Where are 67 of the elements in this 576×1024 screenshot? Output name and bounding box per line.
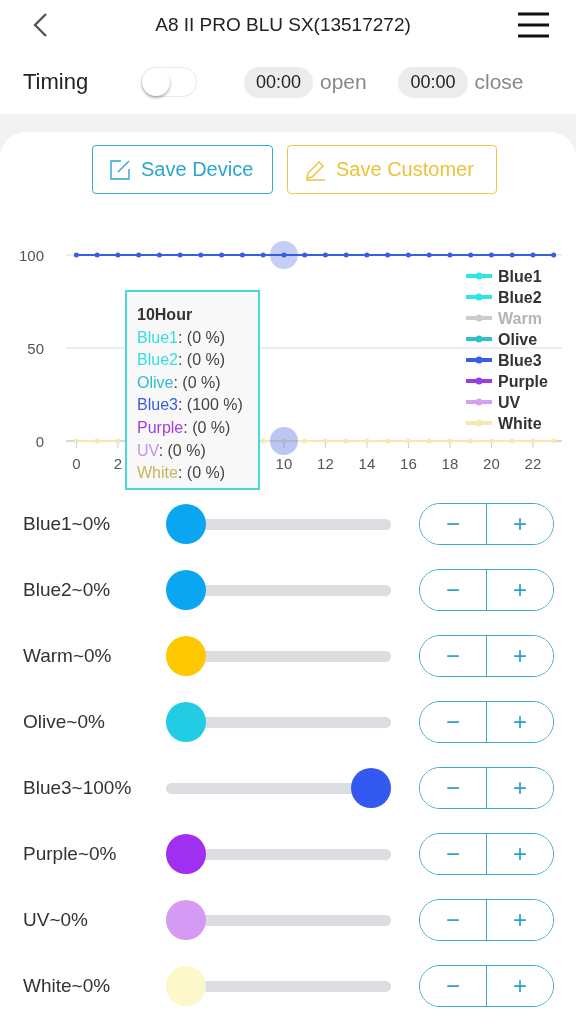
legend-item[interactable]: Blue2	[498, 289, 542, 306]
legend-item[interactable]: Purple	[498, 373, 548, 390]
timing-label: Timing	[23, 69, 90, 95]
open-label: open	[319, 70, 368, 94]
x-tick-label: 0	[72, 455, 81, 472]
tooltip-entry: UV: (0 %)	[137, 440, 207, 461]
channel-label: UV~0%	[23, 909, 89, 931]
legend-item[interactable]: Warm	[498, 310, 542, 327]
x-tick-label: 22	[524, 455, 542, 472]
slider-thumb[interactable]	[166, 899, 206, 940]
tooltip-entry: White: (0 %)	[137, 463, 227, 484]
x-tick-label: 10	[275, 455, 293, 472]
x-tick-label: 20	[483, 455, 500, 472]
hover-marker	[269, 427, 298, 455]
increase-button[interactable]: +	[486, 636, 553, 676]
y-tick-label: 50	[27, 340, 44, 357]
channel-label: Blue2~0%	[23, 579, 112, 601]
save-button[interactable]: Save Device	[92, 145, 273, 194]
increase-button[interactable]: +	[486, 504, 553, 544]
channel-label: Warm~0%	[23, 645, 113, 667]
slider-thumb[interactable]	[166, 569, 206, 610]
legend-item[interactable]: Blue1	[498, 268, 542, 285]
channel-label: Olive~0%	[23, 711, 106, 733]
increase-button[interactable]: +	[486, 768, 553, 808]
tooltip-entry: Blue2: (0 %)	[137, 350, 227, 371]
channel-label: Blue3~100%	[23, 777, 133, 799]
slider-thumb[interactable]	[166, 503, 206, 544]
slider-thumb[interactable]	[166, 635, 206, 676]
slider-thumb[interactable]	[166, 701, 206, 742]
legend-item[interactable]: Olive	[498, 331, 538, 348]
increase-button[interactable]: +	[486, 834, 553, 874]
channel-label: White~0%	[23, 975, 112, 997]
x-tick-label: 2	[113, 455, 123, 472]
x-tick-label: 14	[358, 455, 376, 472]
page-title: A8 II PRO BLU SX(13517272)	[155, 14, 411, 36]
increase-button[interactable]: +	[486, 570, 553, 610]
slider-thumb[interactable]	[351, 767, 391, 808]
pencil-icon	[304, 158, 326, 181]
timing-toggle[interactable]	[141, 67, 197, 97]
y-tick-label: 0	[35, 433, 44, 450]
legend-item[interactable]: Blue3	[498, 352, 542, 369]
x-tick-label: 12	[317, 455, 334, 472]
tooltip-entry: Blue3: (100 %)	[137, 395, 244, 416]
tooltip-entry: Purple: (0 %)	[137, 417, 232, 438]
close-time[interactable]: 00:00	[398, 66, 468, 98]
slider-thumb[interactable]	[166, 833, 206, 874]
legend-item[interactable]: White	[498, 415, 542, 432]
tooltip-title: 10Hour	[137, 305, 194, 325]
channel-label: Blue1~0%	[23, 513, 112, 535]
open-time[interactable]: 00:00	[243, 66, 313, 98]
channel-label: Purple~0%	[23, 843, 118, 865]
menu-icon[interactable]	[518, 12, 549, 38]
save-button[interactable]: Save Customer	[287, 145, 497, 194]
x-tick-label: 16	[400, 455, 417, 472]
tooltip-entry: Olive: (0 %)	[137, 372, 222, 393]
edit-icon	[109, 158, 131, 181]
y-tick-label: 100	[18, 247, 44, 264]
increase-button[interactable]: +	[486, 966, 553, 1006]
x-tick-label: 18	[441, 455, 459, 472]
increase-button[interactable]: +	[486, 900, 553, 940]
close-label: close	[474, 70, 525, 94]
legend-item[interactable]: UV	[498, 394, 521, 411]
back-icon[interactable]	[32, 12, 48, 38]
slider-thumb[interactable]	[166, 965, 206, 1006]
increase-button[interactable]: +	[486, 702, 553, 742]
hover-marker	[269, 241, 298, 269]
tooltip-entry: Blue1: (0 %)	[137, 327, 227, 348]
